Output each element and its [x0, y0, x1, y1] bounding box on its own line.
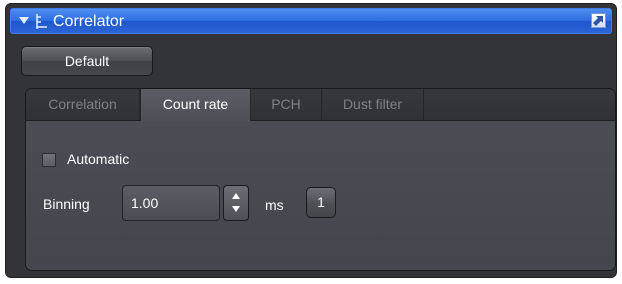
unit-label: ms [265, 197, 284, 213]
panel-titlebar[interactable]: Correlator [10, 8, 612, 34]
spin-up-icon[interactable] [232, 193, 240, 199]
default-button[interactable]: Default [21, 46, 153, 76]
tab-count-rate[interactable]: Count rate [140, 89, 251, 121]
expand-icon[interactable] [591, 13, 606, 28]
binning-label: Binning [43, 196, 90, 212]
tab-container: Correlation Count rate PCH Dust filter A… [25, 88, 616, 271]
binning-spinner[interactable] [223, 185, 249, 221]
correlator-panel: Correlator Default Correlation Count rat… [5, 3, 617, 278]
tab-correlation[interactable]: Correlation [26, 89, 140, 120]
tab-dust-filter[interactable]: Dust filter [322, 89, 424, 120]
binning-input[interactable] [122, 185, 220, 221]
tab-pch[interactable]: PCH [251, 89, 322, 120]
multiplier-button[interactable]: 1 [306, 187, 336, 218]
automatic-checkbox[interactable] [42, 153, 56, 167]
tree-icon [36, 14, 47, 29]
triangle-down-icon[interactable] [19, 17, 29, 24]
tab-bar: Correlation Count rate PCH Dust filter [26, 89, 615, 121]
automatic-label: Automatic [67, 151, 130, 167]
spin-down-icon[interactable] [232, 206, 240, 212]
expand-arrow-icon [593, 16, 603, 26]
panel-title: Correlator [53, 13, 125, 30]
